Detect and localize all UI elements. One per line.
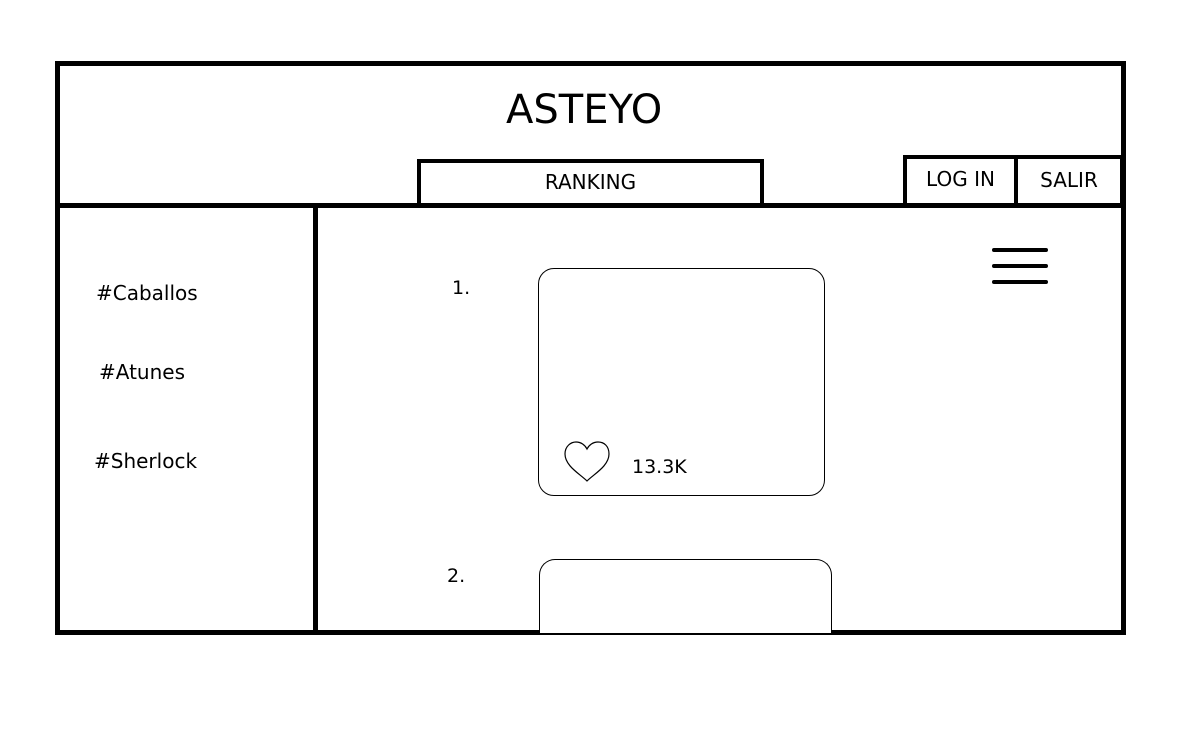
sidebar-tag-sherlock[interactable]: #Sherlock: [94, 449, 197, 473]
rank-number-1: 1.: [452, 277, 471, 299]
sidebar-tag-caballos[interactable]: #Caballos: [96, 281, 198, 305]
heart-icon[interactable]: [562, 440, 612, 484]
sidebar-tag-atunes[interactable]: #Atunes: [99, 360, 185, 384]
like-count: 13.3K: [632, 456, 687, 478]
rank-number-2: 2.: [447, 565, 466, 587]
ranking-button[interactable]: RANKING: [417, 159, 764, 207]
salir-button[interactable]: SALIR: [1014, 155, 1124, 207]
ranking-card-2[interactable]: [539, 559, 832, 633]
login-button[interactable]: LOG IN: [903, 155, 1018, 207]
sidebar-divider: [313, 203, 318, 635]
app-title: ASTEYO: [506, 87, 663, 133]
hamburger-menu-icon[interactable]: [992, 246, 1048, 286]
